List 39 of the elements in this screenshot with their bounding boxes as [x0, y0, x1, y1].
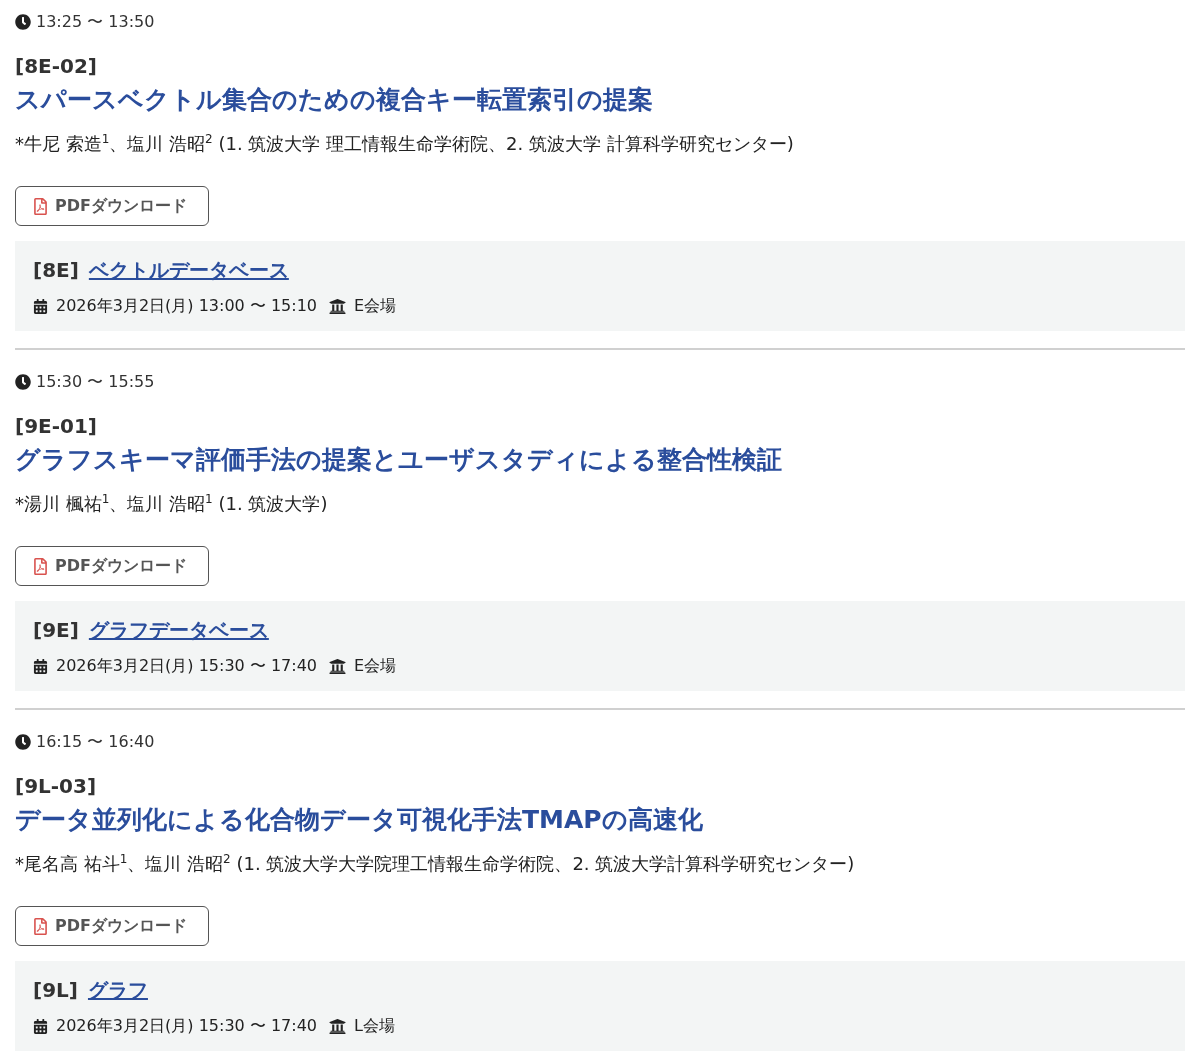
authors-text: *尾名高 祐斗$^{1}$、塩川 浩昭$^{2}$ (1. 筑波大学大学院理工情報生命学術院、2. 筑波大学計算科学研究センター)	[15, 851, 855, 876]
paper-code: [8E-02]	[15, 53, 97, 80]
paper-code: [9E-01]	[15, 413, 97, 440]
pdf-file-icon	[32, 557, 49, 575]
room-name: E会場	[354, 655, 397, 677]
authors-text: *牛尼 索造$^{1}$、塩川 浩昭$^{2}$ (1. 筑波大学 理工情報生命学術院、2. 筑波大学 計算科学研究センター)	[15, 131, 794, 156]
session-link[interactable]: ベクトルデータベース	[88, 256, 289, 284]
session-date-time: 2026年3月2日(月) 15:30 〜 17:40	[56, 655, 318, 677]
session-code: [9E]	[33, 617, 79, 644]
clock-icon	[15, 14, 31, 30]
session-link[interactable]: グラフ	[87, 976, 148, 1004]
pdf-file-icon	[32, 197, 49, 215]
building-icon	[329, 1017, 347, 1035]
building-icon	[329, 297, 347, 315]
pdf-download-button[interactable]: PDFダウンロード	[15, 906, 209, 946]
paper-code: [9L-03]	[15, 773, 97, 800]
session-date-time: 2026年3月2日(月) 13:00 〜 15:10	[56, 295, 318, 317]
paper-title-link[interactable]: データ並列化による化合物データ可視化手法TMAPの高速化	[15, 802, 703, 838]
session-link[interactable]: グラフデータベース	[88, 616, 269, 644]
authors-text: *湯川 楓祐$^{1}$、塩川 浩昭$^{1}$ (1. 筑波大学)	[15, 491, 328, 516]
clock-icon	[15, 374, 31, 390]
pdf-download-button[interactable]: PDFダウンロード	[15, 186, 209, 226]
pdf-file-icon	[32, 917, 49, 935]
calendar-icon	[33, 298, 48, 314]
session-code: [8E]	[33, 257, 79, 284]
calendar-icon	[33, 658, 48, 674]
building-icon	[329, 657, 347, 675]
pdf-download-button[interactable]: PDFダウンロード	[15, 546, 209, 586]
paper-title-link[interactable]: スパースベクトル集合のための複合キー転置索引の提案	[15, 82, 653, 118]
room-name: E会場	[354, 295, 397, 317]
room-name: L会場	[354, 1015, 395, 1037]
clock-icon	[15, 734, 31, 750]
session-code: [9L]	[33, 977, 78, 1004]
time-range: 16:15 〜 16:40	[36, 731, 155, 753]
session-date-time: 2026年3月2日(月) 15:30 〜 17:40	[56, 1015, 318, 1037]
paper-title-link[interactable]: グラフスキーマ評価手法の提案とユーザスタディによる整合性検証	[15, 442, 782, 478]
calendar-icon	[33, 1018, 48, 1034]
time-range: 13:25 〜 13:50	[36, 11, 155, 33]
time-range: 15:30 〜 15:55	[36, 371, 155, 393]
